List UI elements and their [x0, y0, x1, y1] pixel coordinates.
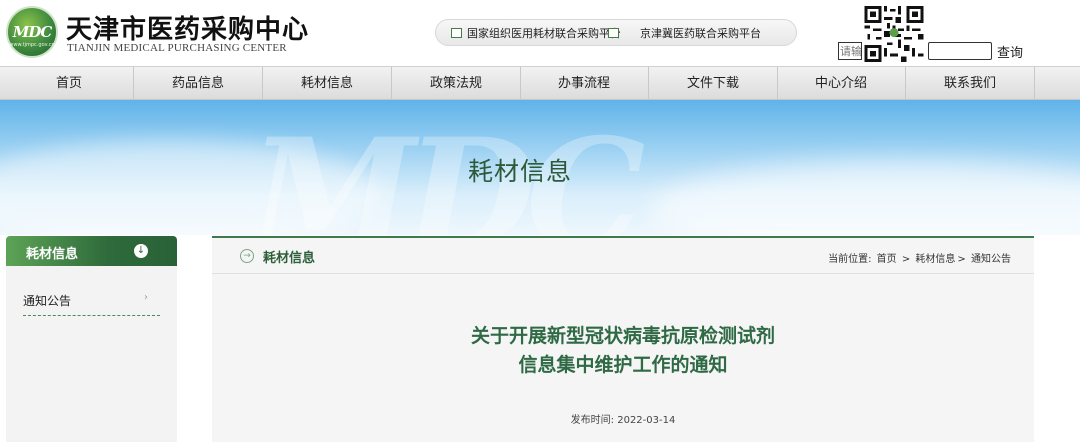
search-text-field[interactable]	[928, 42, 992, 60]
nav-item-about[interactable]: 中心介绍	[777, 67, 906, 100]
logo-mark-url: www.tjmpc.gov.cn	[9, 42, 55, 48]
qr-code-icon	[864, 6, 924, 62]
right-gutter	[1034, 236, 1080, 442]
search-button[interactable]: 查询	[997, 42, 1023, 61]
nav-item-consumables[interactable]: 耗材信息	[263, 67, 392, 100]
platform-link-label: 京津冀医药联合采购平台	[640, 27, 761, 40]
sidebar-body: 通知公告 ›	[6, 266, 177, 442]
nav-item-drug-info[interactable]: 药品信息	[134, 67, 263, 100]
breadcrumb-link-home[interactable]: 首页	[877, 254, 897, 265]
nav-item-process[interactable]: 办事流程	[520, 67, 649, 100]
content-heading: 耗材信息	[263, 251, 316, 266]
logo-title-cn[interactable]: 天津市医药采购中心	[66, 9, 309, 46]
nav-item-home[interactable]: 首页	[5, 67, 134, 100]
banner-title: 耗材信息	[467, 157, 572, 186]
chevron-right-icon: ›	[144, 292, 148, 303]
logo-mark-text: MDC	[12, 23, 53, 41]
arrow-right-circle-icon: →	[240, 249, 254, 263]
site-logo-mark[interactable]: MDC www.tjmpc.gov.cn	[6, 6, 58, 58]
nav-item-policy[interactable]: 政策法规	[392, 67, 521, 100]
page: MDC www.tjmpc.gov.cn 天津市医药采购中心 TIANJIN M…	[0, 0, 1080, 442]
sidebar-item-notices[interactable]: 通知公告 ›	[23, 292, 160, 316]
content-header: → 耗材信息 当前位置: 首页 > 耗材信息 > 通知公告	[212, 238, 1034, 274]
platform-checkbox-icon	[608, 28, 619, 38]
breadcrumb: 当前位置: 首页 > 耗材信息 > 通知公告	[827, 250, 1012, 265]
site-header: MDC www.tjmpc.gov.cn 天津市医药采购中心 TIANJIN M…	[0, 0, 1080, 66]
article-title-line: 关于开展新型冠状病毒抗原检测试剂	[470, 325, 775, 347]
breadcrumb-prefix: 当前位置:	[828, 254, 872, 265]
arrow-down-circle-icon: ↓	[134, 244, 148, 258]
page-banner: MDC 耗材信息	[0, 100, 1080, 235]
search-input[interactable]: 请输	[838, 42, 862, 60]
platform-link-jingjinji[interactable]: 京津冀医药联合采购平台	[608, 25, 761, 41]
main-content: → 耗材信息 当前位置: 首页 > 耗材信息 > 通知公告 关于开展新型冠状病毒抗…	[212, 236, 1034, 442]
article-title: 关于开展新型冠状病毒抗原检测试剂 信息集中维护工作的通知	[212, 322, 1034, 380]
nav-item-contact[interactable]: 联系我们	[906, 67, 1035, 100]
sidebar-item-label: 通知公告	[23, 294, 72, 308]
publish-date-value: 2022-03-14	[617, 415, 676, 426]
platform-link-label: 国家组织医用耗材联合采购平台	[467, 27, 621, 40]
platform-checkbox-icon	[451, 28, 462, 38]
breadcrumb-link-notices[interactable]: 通知公告	[971, 254, 1011, 265]
article-title-line: 信息集中维护工作的通知	[518, 354, 728, 376]
logo-title-en: TIANJIN MEDICAL PURCHASING CENTER	[67, 42, 287, 54]
main-nav: 首页 药品信息 耗材信息 政策法规 办事流程 文件下载 中心介绍 联系我们	[0, 66, 1080, 100]
sidebar-heading-label: 耗材信息	[26, 247, 79, 262]
breadcrumb-separator: >	[901, 254, 911, 265]
platform-link-national[interactable]: 国家组织医用耗材联合采购平台	[451, 25, 621, 41]
platform-links-bar: 国家组织医用耗材联合采购平台 京津冀医药联合采购平台	[435, 19, 797, 46]
publish-date: 发布时间: 2022-03-14	[212, 411, 1034, 426]
nav-item-downloads[interactable]: 文件下载	[649, 67, 778, 100]
sidebar-heading[interactable]: 耗材信息 ↓	[6, 236, 177, 266]
breadcrumb-separator: >	[957, 254, 966, 265]
publish-date-label: 发布时间:	[570, 415, 615, 426]
breadcrumb-link-consumables[interactable]: 耗材信息	[915, 254, 955, 265]
